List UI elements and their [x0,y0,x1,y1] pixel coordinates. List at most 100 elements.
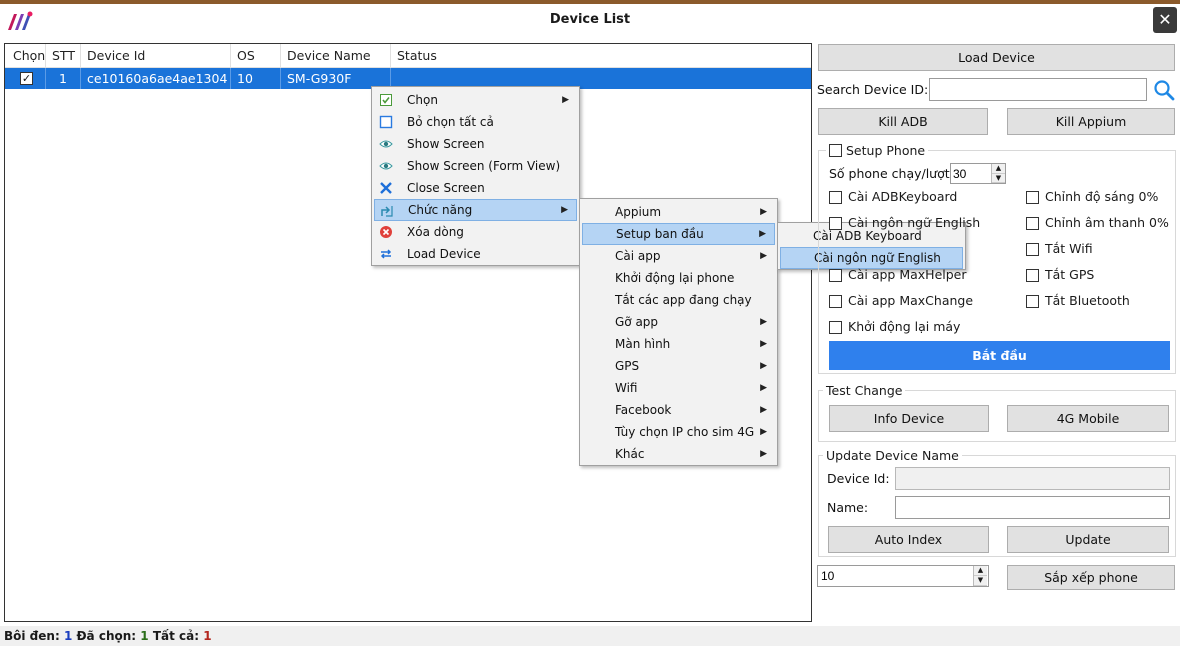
submenu-arrow-icon: ▶ [760,427,767,437]
update-button[interactable]: Update [1007,526,1169,553]
option-checkbox[interactable] [1026,295,1039,308]
search-label: Search Device ID: [817,82,929,97]
menu-item-appium[interactable]: Appium ▶ [582,201,775,223]
submenu-arrow-icon: ▶ [760,361,767,371]
close-button[interactable]: ✕ [1153,7,1177,33]
menu-item-reboot-phone[interactable]: Khởi động lại phone [582,267,775,289]
cell-select[interactable]: ✓ [5,68,46,89]
option-checkbox[interactable] [829,269,842,282]
setup-phone-header: Setup Phone [826,143,929,158]
search-icon[interactable] [1153,79,1175,101]
menu-item-label: Close Screen [407,181,485,195]
option-checkbox[interactable] [829,191,842,204]
window-title: Device List [549,12,631,27]
col-header-device-id[interactable]: Device Id [81,44,231,68]
setup-phone-title: Setup Phone [846,143,926,158]
highlight-label: Bôi đen: [4,629,60,643]
menu-item-label: Gỡ app [615,315,659,329]
menu-item-close-screen[interactable]: Close Screen [374,177,577,199]
name-field[interactable] [895,496,1170,519]
menu-item-uninstall-app[interactable]: Gỡ app ▶ [582,311,775,333]
submenu-arrow-icon: ▶ [760,251,767,261]
menu-item-kill-apps[interactable]: Tắt các app đang chạy [582,289,775,311]
device-id-field[interactable] [895,467,1170,490]
setup-phone-checkbox[interactable] [829,144,842,157]
device-id-label: Device Id: [827,471,890,486]
menu-item-label: Setup ban đầu [616,227,704,241]
sort-count-stepper[interactable]: ▲ ▼ [973,566,987,586]
status-bar: Bôi đen: 1 Đã chọn: 1 Tất cả: 1 [0,626,1180,646]
menu-item-label: Bỏ chọn tất cả [407,115,494,129]
functions-submenu: Appium ▶ Setup ban đầu ▶ Cài app ▶ Khởi độn… [579,198,778,466]
col-header-os[interactable]: OS [231,44,281,68]
menu-item-deselect-all[interactable]: Bỏ chọn tất cả [374,111,577,133]
load-device-button[interactable]: Load Device [818,44,1175,71]
context-menu: Chọn ▶ Bỏ chọn tất cả Show Screen Show S… [371,86,580,266]
close-x-icon [380,182,392,194]
kill-adb-button[interactable]: Kill ADB [818,108,988,135]
submenu-arrow-icon: ▶ [562,95,569,105]
col-header-device-name[interactable]: Device Name [281,44,391,68]
submenu-arrow-icon: ▶ [760,405,767,415]
menu-item-initial-setup[interactable]: Setup ban đầu ▶ [582,223,775,245]
submenu-arrow-icon: ▶ [760,339,767,349]
total-label: Tất cả: [152,629,200,643]
menu-item-label: Khác [615,447,645,461]
menu-item-screen[interactable]: Màn hình ▶ [582,333,775,355]
submenu-arrow-icon: ▶ [760,207,767,217]
option-checkbox[interactable] [829,295,842,308]
menu-item-wifi[interactable]: Wifi ▶ [582,377,775,399]
menu-item-show-screen-form[interactable]: Show Screen (Form View) [374,155,577,177]
sort-count-input[interactable] [817,565,989,587]
menu-item-load-device[interactable]: Load Device [374,243,577,265]
menu-item-show-screen[interactable]: Show Screen [374,133,577,155]
cell-device-id: ce10160a6ae4ae1304 [81,68,231,89]
menu-item-functions[interactable]: Chức năng ▶ [374,199,577,221]
title-bar: Device List ✕ [0,4,1180,37]
col-header-select[interactable]: Chọn [5,44,46,68]
cell-os: 10 [231,68,281,89]
submenu-arrow-icon: ▶ [760,383,767,393]
kill-appium-button[interactable]: Kill Appium [1007,108,1175,135]
option-checkbox[interactable] [1026,269,1039,282]
menu-item-select[interactable]: Chọn ▶ [374,89,577,111]
sort-phone-button[interactable]: Sắp xếp phone [1007,565,1175,590]
auto-index-button[interactable]: Auto Index [828,526,989,553]
menu-item-label: Chức năng [408,203,473,217]
info-device-button[interactable]: Info Device [829,405,989,432]
col-header-status[interactable]: Status [391,44,811,68]
update-name-title: Update Device Name [823,448,962,463]
total-count: 1 [203,629,212,643]
test-change-title: Test Change [823,383,906,398]
col-header-stt[interactable]: STT [46,44,81,68]
checkbox-empty-icon [379,115,393,129]
submenu-arrow-icon: ▶ [561,205,568,215]
option-label: Tắt Bluetooth [1045,293,1130,308]
option-label: Khởi động lại máy [848,319,961,334]
menu-item-label: Facebook [615,403,672,417]
menu-item-facebook[interactable]: Facebook ▶ [582,399,775,421]
menu-item-sim-ip[interactable]: Tùy chọn IP cho sim 4G ▶ [582,421,775,443]
option-checkbox[interactable] [1026,243,1039,256]
menu-item-delete-row[interactable]: Xóa dòng [374,221,577,243]
row-checkbox[interactable]: ✓ [20,72,33,85]
option-checkbox[interactable] [829,321,842,334]
start-button[interactable]: Bắt đầu [829,341,1170,370]
mobile-4g-button[interactable]: 4G Mobile [1007,405,1169,432]
menu-item-other[interactable]: Khác ▶ [582,443,775,465]
submenu-arrow-icon: ▶ [760,317,767,327]
option-checkbox[interactable] [1026,217,1039,230]
menu-item-label: Chọn [407,93,438,107]
option-checkbox[interactable] [1026,191,1039,204]
option-label: Tắt Wifi [1045,241,1093,256]
cell-stt: 1 [46,68,81,89]
phone-count-stepper[interactable]: ▲ ▼ [991,164,1005,183]
phone-count-label: Số phone chạy/lượt: [829,166,954,181]
option-checkbox[interactable] [829,217,842,230]
menu-item-label: Cài app [615,249,661,263]
menu-item-label: Show Screen (Form View) [407,159,561,173]
search-input[interactable] [929,78,1147,101]
menu-item-install-app[interactable]: Cài app ▶ [582,245,775,267]
menu-item-gps[interactable]: GPS ▶ [582,355,775,377]
menu-item-label: Tắt các app đang chạy [615,293,752,307]
